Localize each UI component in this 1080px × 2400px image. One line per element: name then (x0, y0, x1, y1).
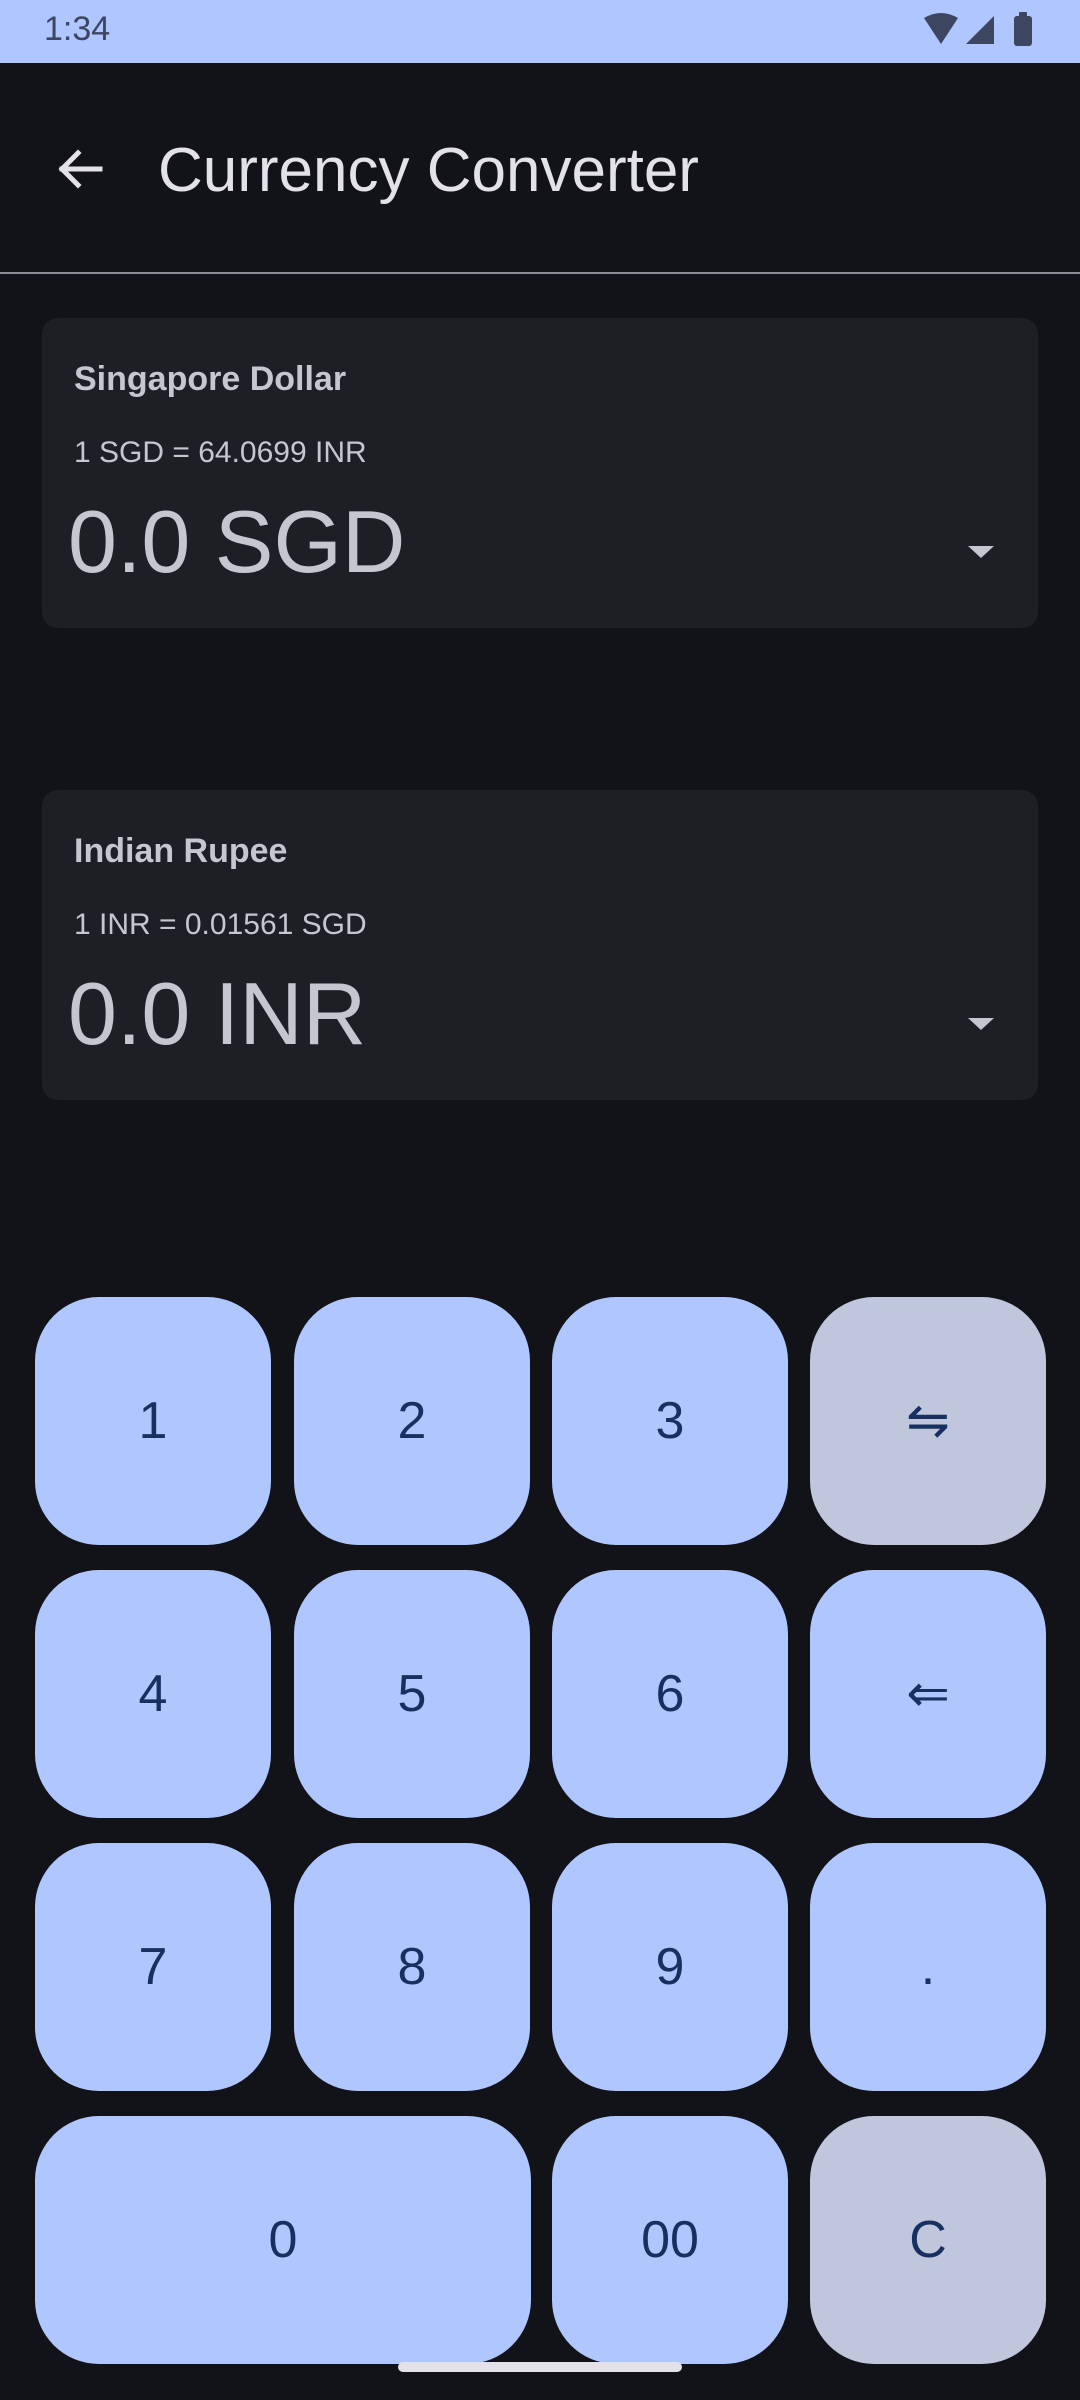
dropdown-arrow-icon (968, 546, 994, 558)
key-4[interactable]: 4 (35, 1570, 271, 1818)
key-1[interactable]: 1 (35, 1297, 271, 1545)
from-currency-dropdown[interactable] (956, 534, 1006, 570)
signal-icon (966, 16, 994, 44)
key-0[interactable]: 0 (35, 2116, 531, 2364)
from-exchange-rate: 1 SGD = 64.0699 INR (74, 436, 367, 469)
key-7[interactable]: 7 (35, 1843, 271, 2091)
key-00[interactable]: 00 (552, 2116, 788, 2364)
gesture-nav-handle[interactable] (398, 2362, 682, 2372)
back-button[interactable] (44, 133, 116, 205)
key-8[interactable]: 8 (294, 1843, 530, 2091)
to-currency-name: Indian Rupee (74, 832, 288, 870)
from-amount: 0.0 SGD (68, 492, 406, 591)
to-currency-card[interactable]: Indian Rupee 1 INR = 0.01561 SGD 0.0 INR (42, 790, 1038, 1100)
key-2[interactable]: 2 (294, 1297, 530, 1545)
page-title: Currency Converter (158, 136, 699, 205)
wifi-icon (924, 13, 958, 44)
key-9[interactable]: 9 (552, 1843, 788, 2091)
swap-currencies-button[interactable]: ⇋ (810, 1297, 1046, 1545)
arrow-back-icon (58, 149, 103, 189)
key-6[interactable]: 6 (552, 1570, 788, 1818)
from-currency-card[interactable]: Singapore Dollar 1 SGD = 64.0699 INR 0.0… (42, 318, 1038, 628)
backspace-button[interactable]: ⇐ (810, 1570, 1046, 1818)
from-currency-name: Singapore Dollar (74, 360, 347, 398)
app-bar-divider (0, 272, 1080, 274)
key-5[interactable]: 5 (294, 1570, 530, 1818)
status-icons (922, 12, 1040, 48)
app-bar: Currency Converter (0, 63, 1080, 273)
key-3[interactable]: 3 (552, 1297, 788, 1545)
battery-icon (1014, 12, 1032, 46)
clear-button[interactable]: C (810, 2116, 1046, 2364)
to-amount: 0.0 INR (68, 964, 367, 1063)
status-bar: 1:34 (0, 0, 1080, 63)
to-currency-dropdown[interactable] (956, 1006, 1006, 1042)
dropdown-arrow-icon (968, 1018, 994, 1030)
to-exchange-rate: 1 INR = 0.01561 SGD (74, 908, 367, 941)
decimal-point-button[interactable]: . (810, 1843, 1046, 2091)
status-time: 1:34 (44, 10, 111, 48)
